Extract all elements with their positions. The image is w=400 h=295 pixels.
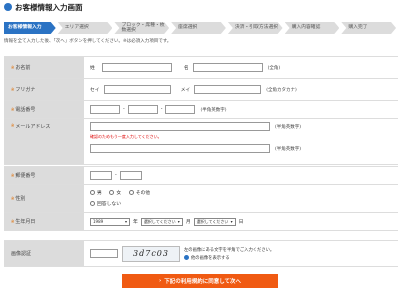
step-5: 決済・引取方法選択 [228, 22, 283, 34]
form-table-upper: ※ お名前 姓 名 (全角) ※ フリガナ セイ メイ (全角カタカナ) ※ 電話番号… [4, 56, 398, 165]
birth-month-select[interactable]: 選択してください ▾ [140, 217, 183, 226]
page-title: お客様情報入力画面 [15, 2, 83, 12]
step-2: エリア選択 [58, 22, 113, 34]
name-label: お名前 [15, 65, 31, 71]
last-name-input[interactable] [101, 63, 172, 72]
captcha-refresh-radio[interactable]: 他の画像を表示する [184, 255, 268, 261]
zip-input-1[interactable] [90, 171, 112, 180]
birth-year-select[interactable]: 1989 ▾ [90, 217, 130, 226]
birthdate-label: 生年月日 [15, 219, 36, 225]
gender-male-radio[interactable]: 男 [90, 189, 102, 196]
gender-no-answer-radio[interactable]: 回答しない [90, 200, 121, 207]
chevron-down-icon: ▾ [124, 219, 127, 224]
intro-text: 情報を全て入力した後、「次へ」ボタンを押してください。※は必須入力項目です。 [4, 39, 172, 44]
step-progress: お客様情報入力 エリア選択 ブロック・席種・枚数選択 座席選択 決済・引取方法選… [4, 22, 398, 34]
title-bar: お客様情報入力画面 [0, 0, 400, 14]
captcha-row: 画像認証 3d7c03 左の画像にある文字を半角でご入力ください。 他の画像を表… [4, 241, 398, 267]
captcha-label: 画像認証 [11, 251, 32, 257]
step-4: 座席選択 [171, 22, 226, 34]
captcha-image: 3d7c03 [122, 245, 180, 262]
birthdate-row: ※ 生年月日 1989 ▾ 年 選択してください ▾ 月 選択してください ▾ 日 [4, 213, 398, 231]
gender-label: 性別 [15, 196, 26, 202]
zip-row: ※ 郵便番号 - [4, 167, 398, 185]
form-table-lower: ※ 郵便番号 - ※ 性別 男 女 その他 回答しない ※ 生年月日 1989 ▾ 年 … [4, 166, 398, 231]
zip-label: 郵便番号 [15, 173, 36, 179]
chevron-down-icon: ▾ [230, 219, 233, 224]
email-input[interactable] [90, 122, 270, 131]
name-row: ※ お名前 姓 名 (全角) [4, 57, 398, 79]
captcha-hint: 左の画像にある文字を半角でご入力ください。 [184, 247, 275, 253]
captcha-input[interactable] [90, 249, 118, 258]
step-7: 購入完了 [341, 22, 396, 34]
phone-input-2[interactable] [127, 105, 158, 114]
email-row: ※ メールアドレス (半角英数字) 確認のためもう一度入力してください。 (半角英… [4, 119, 398, 165]
step-6: 購入内容確認 [285, 22, 340, 34]
kana-label: フリガナ [15, 87, 36, 93]
title-bullet-icon [4, 3, 12, 11]
email-confirm-error: 確認のためもう一度入力してください。 [90, 134, 162, 139]
gender-other-radio[interactable]: その他 [128, 189, 150, 196]
step-3: ブロック・席種・枚数選択 [114, 22, 169, 34]
step-1: お客様情報入力 [4, 22, 56, 34]
zip-input-2[interactable] [119, 171, 142, 180]
gender-row: ※ 性別 男 女 その他 回答しない [4, 185, 398, 213]
email-confirm-input[interactable] [90, 144, 270, 153]
phone-input-3[interactable] [165, 105, 196, 114]
chevron-right-icon: › [158, 278, 162, 284]
chevron-down-icon: ▾ [177, 219, 180, 224]
form-table-captcha: 画像認証 3d7c03 左の画像にある文字を半角でご入力ください。 他の画像を表… [4, 240, 398, 267]
agree-and-next-button[interactable]: › 下記の利用規約に同意して次へ [122, 274, 278, 288]
first-name-input[interactable] [192, 63, 263, 72]
phone-label: 電話番号 [15, 107, 36, 113]
phone-input-1[interactable] [90, 105, 120, 114]
kana-row: ※ フリガナ セイ メイ (全角カタカナ) [4, 79, 398, 101]
first-name-kana-input[interactable] [194, 85, 262, 94]
gender-female-radio[interactable]: 女 [109, 189, 121, 196]
email-label: メールアドレス [15, 124, 51, 130]
birth-day-select[interactable]: 選択してください ▾ [193, 217, 236, 226]
phone-row: ※ 電話番号 - - (半角英数字) [4, 101, 398, 119]
last-name-kana-input[interactable] [103, 85, 171, 94]
